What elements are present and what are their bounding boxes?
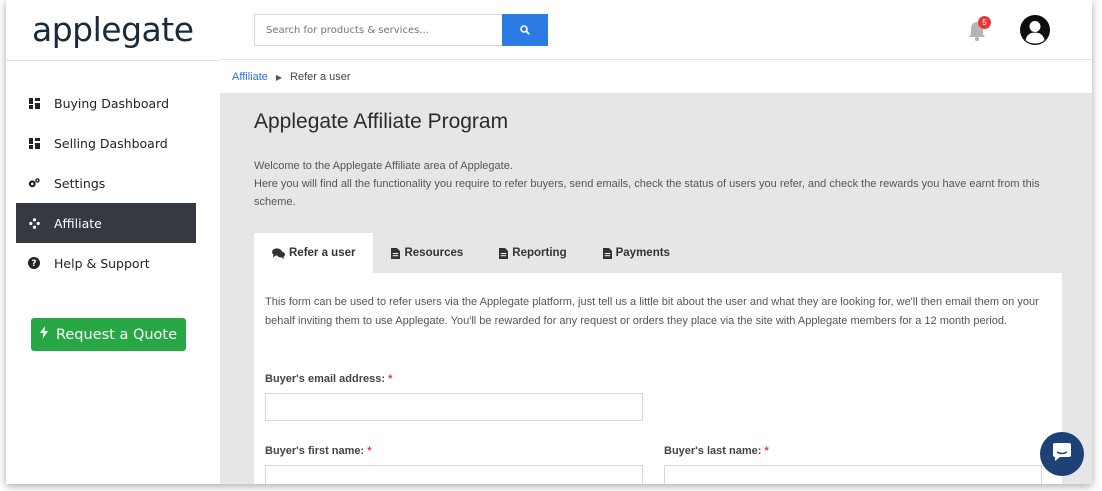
- tab-label: Payments: [615, 247, 670, 259]
- tab-label: Reporting: [512, 247, 567, 259]
- required-mark: *: [367, 445, 372, 457]
- sidebar-item-help-support[interactable]: ? Help & Support: [16, 243, 196, 283]
- buyer-first-name-field[interactable]: [265, 465, 643, 484]
- first-name-label-text: Buyer's first name:: [265, 445, 365, 457]
- main-content: Applegate Affiliate Program Welcome to t…: [220, 93, 1092, 484]
- user-avatar[interactable]: [1020, 15, 1050, 45]
- tab-label: Refer a user: [289, 247, 356, 259]
- search-button[interactable]: [502, 14, 548, 46]
- tab-label: Resources: [404, 247, 464, 259]
- last-name-label: Buyer's last name: *: [664, 445, 769, 457]
- request-quote-label: Request a Quote: [55, 326, 178, 343]
- breadcrumb: Affiliate ▶ Refer a user: [220, 61, 1092, 93]
- question-circle-icon: ?: [28, 257, 40, 269]
- sidebar-nav: Buying Dashboard Selling Dashboard Setti…: [16, 83, 196, 283]
- file-icon: [602, 247, 612, 259]
- email-label-text: Buyer's email address:: [265, 373, 386, 385]
- tab-reporting[interactable]: Reporting: [481, 233, 584, 273]
- caret-right-icon: ▶: [275, 72, 283, 82]
- sidebar: applegate Buying Dashboard Selling Dashb…: [6, 0, 220, 484]
- refer-user-form-panel: This form can be used to refer users via…: [254, 273, 1062, 484]
- sidebar-item-label: Buying Dashboard: [54, 95, 170, 111]
- gears-icon: [28, 177, 40, 189]
- buyer-last-name-field[interactable]: [664, 465, 1042, 484]
- search-input[interactable]: [254, 14, 502, 46]
- sidebar-item-label: Selling Dashboard: [54, 135, 168, 151]
- bolt-icon: [39, 326, 48, 343]
- file-icon: [391, 247, 401, 259]
- search-icon: [520, 23, 530, 38]
- page-title: Applegate Affiliate Program: [254, 110, 509, 133]
- intro-line-1: Welcome to the Applegate Affiliate area …: [254, 160, 513, 172]
- top-header: 5: [220, 0, 1092, 60]
- buyer-email-field[interactable]: [265, 393, 643, 421]
- sidebar-item-label: Help & Support: [54, 255, 150, 271]
- svg-text:?: ?: [31, 259, 36, 269]
- sidebar-item-label: Affiliate: [54, 215, 102, 231]
- logo[interactable]: applegate: [32, 10, 194, 49]
- comments-icon: [272, 247, 285, 259]
- sidebar-item-label: Settings: [54, 175, 106, 191]
- intro-line-2: Here you will find all the functionality…: [254, 178, 1040, 208]
- dashboard-icon: [28, 137, 40, 149]
- file-icon: [499, 247, 509, 259]
- breadcrumb-current: Refer a user: [290, 71, 351, 83]
- required-mark: *: [388, 373, 393, 385]
- sidebar-item-buying-dashboard[interactable]: Buying Dashboard: [16, 83, 196, 123]
- breadcrumb-link-affiliate[interactable]: Affiliate: [232, 71, 268, 83]
- sidebar-item-settings[interactable]: Settings: [16, 163, 196, 203]
- tab-payments[interactable]: Payments: [585, 233, 688, 273]
- request-quote-button[interactable]: Request a Quote: [31, 318, 186, 351]
- tab-bar: Refer a user Resources Reporting Payment…: [254, 233, 688, 273]
- last-name-label-text: Buyer's last name:: [664, 445, 762, 457]
- email-label: Buyer's email address: *: [265, 373, 392, 385]
- chat-bubble-icon: [1051, 442, 1073, 467]
- chat-launcher-button[interactable]: [1040, 432, 1084, 476]
- intro-text: Welcome to the Applegate Affiliate area …: [254, 157, 1074, 211]
- dashboard-icon: [28, 97, 40, 109]
- affiliate-icon: [28, 217, 40, 229]
- form-description: This form can be used to refer users via…: [265, 296, 1039, 327]
- notification-badge: 5: [978, 16, 991, 29]
- first-name-label: Buyer's first name: *: [265, 445, 372, 457]
- sidebar-item-selling-dashboard[interactable]: Selling Dashboard: [16, 123, 196, 163]
- tab-resources[interactable]: Resources: [373, 233, 481, 273]
- sidebar-item-affiliate[interactable]: Affiliate: [16, 203, 196, 243]
- tab-refer-a-user[interactable]: Refer a user: [254, 233, 374, 273]
- required-mark: *: [764, 445, 769, 457]
- divider: [6, 60, 220, 61]
- app-window: applegate Buying Dashboard Selling Dashb…: [6, 0, 1092, 484]
